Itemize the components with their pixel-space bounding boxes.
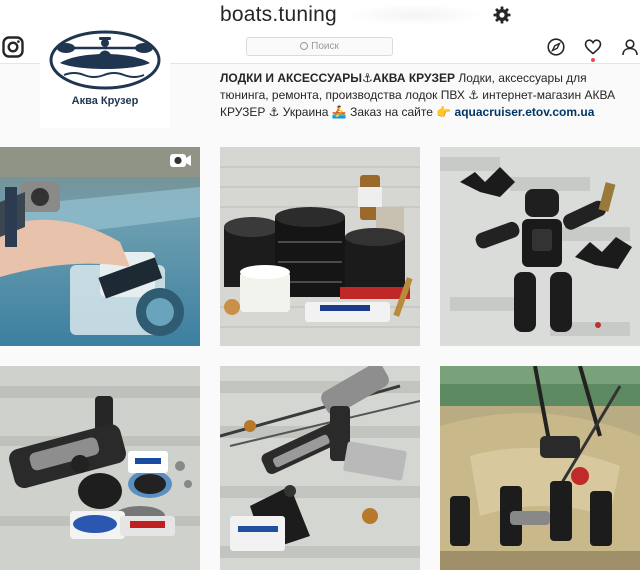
post-image-pvc-tapes — [220, 147, 420, 346]
post-tile[interactable] — [440, 366, 640, 570]
post-image-camera-on-boat — [0, 147, 200, 346]
profile-full-name: ЛОДКИ И АКСЕССУАРЫ⚓АКВА КРУЗЕР — [220, 71, 456, 85]
post-image-rubber-robot — [440, 147, 640, 346]
aqua-cruiser-logo-icon — [49, 30, 161, 90]
logo-caption: Аква Крузер — [71, 95, 139, 107]
post-image-rod-holder-mounts — [220, 366, 420, 570]
gear-icon[interactable] — [492, 5, 512, 25]
instagram-logo-icon[interactable] — [2, 36, 24, 58]
profile-bio: ЛОДКИ И АКСЕССУАРЫ⚓АКВА КРУЗЕР Лодки, ак… — [220, 70, 638, 121]
post-tile[interactable] — [220, 366, 420, 570]
post-image-rod-holder-kit — [0, 366, 200, 570]
post-tile[interactable] — [0, 147, 200, 346]
post-tile[interactable] — [220, 147, 420, 346]
search-icon — [300, 42, 309, 50]
post-image-kayak-rod-holders — [440, 366, 640, 570]
post-tile[interactable] — [440, 147, 640, 346]
profile-username: boats.tuning — [220, 3, 337, 26]
search-placeholder: Поиск — [311, 41, 339, 52]
blurred-area — [345, 4, 485, 26]
bio-website-link[interactable]: aquacruiser.etov.com.ua — [455, 105, 595, 119]
profile-avatar[interactable]: Аква Крузер — [40, 0, 170, 128]
explore-compass-icon[interactable] — [547, 38, 565, 56]
post-tile[interactable] — [0, 366, 200, 570]
heart-icon[interactable] — [584, 38, 602, 56]
profile-icon[interactable] — [621, 38, 639, 56]
search-input[interactable]: Поиск — [246, 37, 393, 56]
notification-dot — [591, 58, 595, 62]
